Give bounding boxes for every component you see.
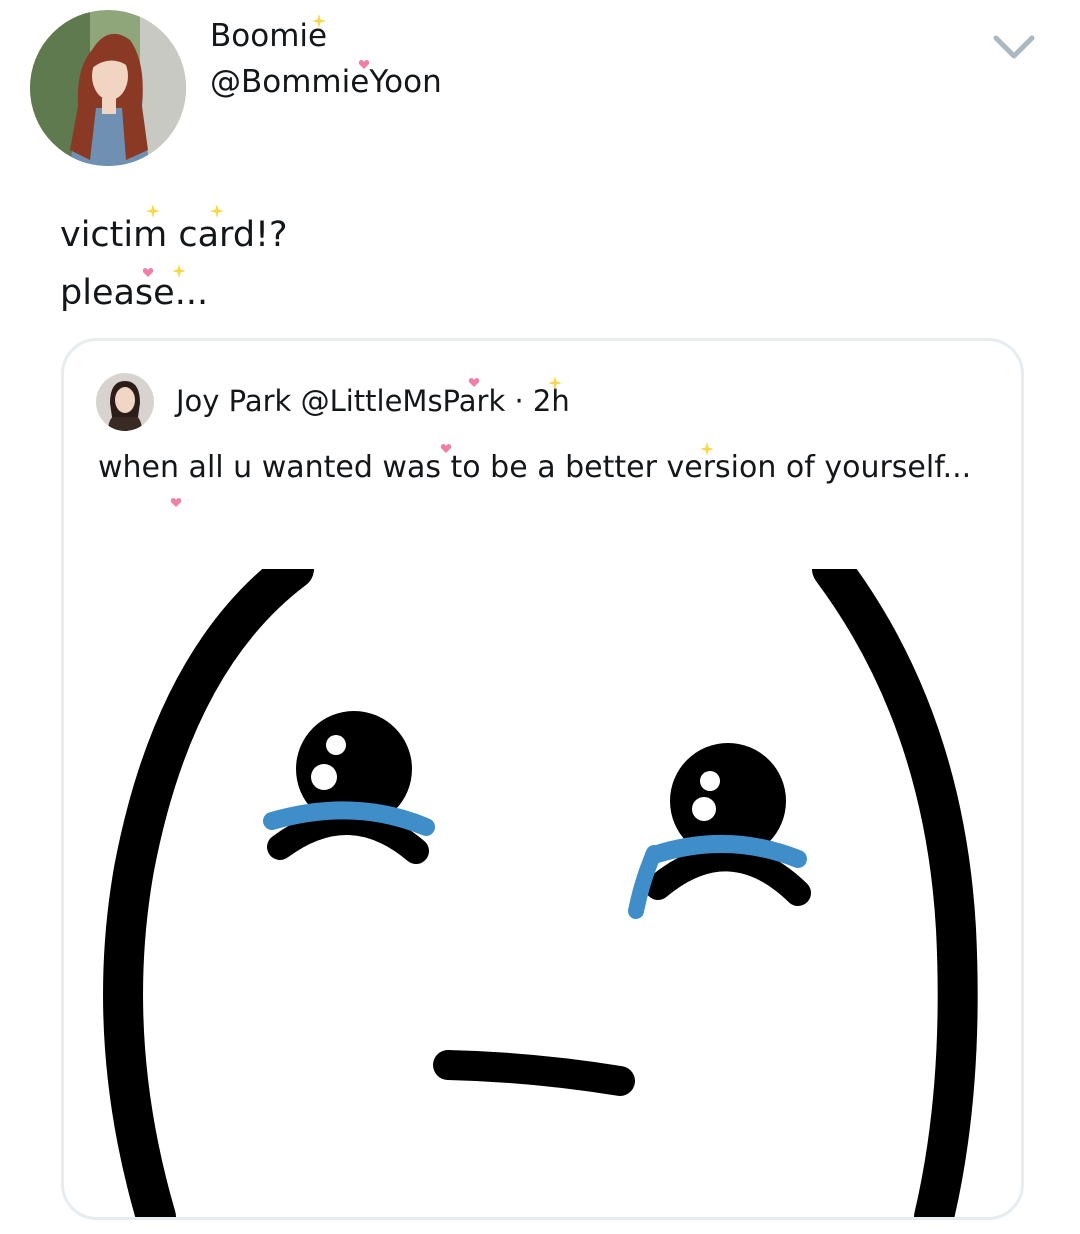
quoted-user-avatar[interactable]	[96, 373, 154, 431]
quoted-tweet-media[interactable]	[64, 569, 1021, 1217]
user-display-name[interactable]: Boomie	[210, 18, 327, 54]
user-avatar-photo-icon	[30, 10, 186, 166]
tweet: Boomie @BommieYoon victim card!? please.…	[0, 0, 1080, 1234]
tweet-text-line: please...	[60, 273, 209, 313]
quoted-display-name[interactable]: Joy Park	[176, 384, 291, 418]
tweet-text-line: victim card!?	[60, 215, 288, 255]
quoted-tweet-text: when all u wanted was to be a better ver…	[98, 450, 972, 485]
quoted-tweet-header: Joy Park @LittleMsPark · 2h	[176, 381, 570, 421]
quoted-timestamp[interactable]: 2h	[533, 384, 570, 418]
quoted-separator: ·	[514, 384, 524, 418]
crying-face-meme-image-icon	[103, 569, 978, 1217]
quoted-user-avatar-photo-icon	[96, 373, 154, 431]
quoted-handle[interactable]: @LittleMsPark	[301, 384, 506, 418]
quoted-tweet-card[interactable]: Joy Park @LittleMsPark · 2h when all u w…	[61, 338, 1024, 1220]
tweet-text: victim card!? please...	[60, 206, 288, 322]
user-avatar[interactable]	[30, 10, 186, 166]
user-handle[interactable]: @BommieYoon	[210, 64, 442, 100]
chevron-down-icon	[993, 35, 1035, 59]
tweet-menu-button[interactable]	[986, 26, 1042, 70]
